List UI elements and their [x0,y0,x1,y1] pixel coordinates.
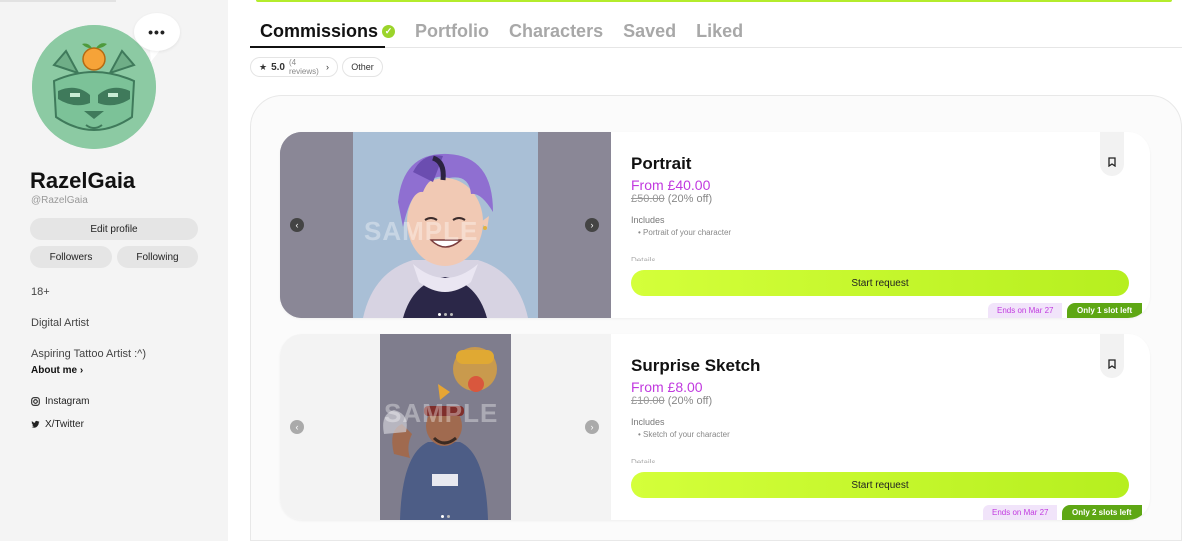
role-label: Digital Artist [31,317,90,329]
bookmark-icon [1108,157,1116,167]
reviews-count: (4 reviews) [288,58,319,76]
gallery-dot[interactable] [441,515,444,518]
listing-old-price: £50.00 (20% off) [631,193,712,205]
twitter-icon [31,420,40,429]
gallery-next-button[interactable]: › [585,218,599,232]
ends-date-badge: Ends on Mar 27 [983,505,1058,520]
chevron-right-icon: › [326,62,329,72]
gallery-dot[interactable] [438,313,441,316]
listing-gallery: SAMPLE ‹ › [280,334,611,520]
gallery-dot[interactable] [450,313,453,316]
gallery-side-panel [538,132,611,318]
gallery-pagination [280,515,611,518]
following-button[interactable]: Following [117,246,198,268]
more-options-button[interactable]: ••• [134,13,180,51]
gallery-prev-button[interactable]: ‹ [290,218,304,232]
profile-sidebar: ••• RazelGaia @RazelGaia Edit profile Fo… [0,0,228,541]
start-request-button[interactable]: Start request [631,472,1129,498]
includes-label: Includes [631,215,665,225]
rating-value: 5.0 [271,61,285,73]
age-label: 18+ [31,286,50,298]
listing-title: Surprise Sketch [631,356,761,375]
original-price: £10.00 [631,395,665,407]
tab-liked[interactable]: Liked [686,18,753,49]
edit-profile-button[interactable]: Edit profile [30,218,198,240]
verified-check-icon: ✓ [382,25,396,38]
listing-price: From £8.00 [631,379,703,395]
gallery-dot[interactable] [444,313,447,316]
includes-item: • Sketch of your character [638,430,730,439]
discount-label: (20% off) [667,395,713,407]
start-request-button[interactable]: Start request [631,270,1129,296]
includes-item-text: Portrait of your character [643,228,732,237]
slots-left-badge: Only 1 slot left [1067,303,1143,318]
raccoon-avatar-icon [32,25,156,149]
more-options-icon: ••• [148,24,166,40]
active-tab-indicator [250,46,385,48]
accent-bar [256,0,1172,2]
details-label: Details [631,256,656,261]
listing-card-surprise-sketch: SAMPLE ‹ › Surprise Sketch From £8.00 £1… [280,334,1150,520]
social-label: X/Twitter [45,419,84,430]
username: RazelGaia [30,168,136,193]
details-label: Details [631,458,656,463]
sample-watermark: SAMPLE [364,216,479,246]
rating-chip[interactable]: ★ 5.0 (4 reviews) › [250,57,338,77]
social-label: Instagram [45,396,90,407]
listing-gallery: SAMPLE ‹ › [280,132,611,318]
tabs-divider [250,47,1182,48]
tab-commissions[interactable]: Commissions ✓ [250,18,405,49]
star-icon: ★ [259,61,268,72]
slots-left-badge: Only 2 slots left [1062,505,1142,520]
bookmark-icon [1108,359,1116,369]
discount-label: (20% off) [667,193,713,205]
social-link-twitter[interactable]: X/Twitter [31,419,84,430]
gallery-pagination [280,313,611,316]
avatar[interactable] [32,25,156,149]
tab-label: Commissions [260,21,379,41]
followers-button[interactable]: Followers [30,246,112,268]
listing-price: From £40.00 [631,177,711,193]
bookmark-button[interactable] [1100,334,1124,378]
gallery-next-button[interactable]: › [585,420,599,434]
sidebar-divider [0,0,116,2]
about-me-link[interactable]: About me › [31,365,83,376]
gallery-dot[interactable] [447,515,450,518]
profile-tabs: Commissions ✓ Portfolio Characters Saved… [250,18,753,49]
includes-item-text: Sketch of your character [643,430,730,439]
original-price: £50.00 [631,193,665,205]
includes-item: • Portrait of your character [638,228,732,237]
chevron-right-icon: › [79,365,84,376]
about-me-label: About me [31,365,78,376]
social-link-instagram[interactable]: Instagram [31,396,89,407]
ends-date-badge: Ends on Mar 27 [988,303,1063,318]
listing-title: Portrait [631,154,692,173]
other-chip[interactable]: Other [342,57,383,77]
instagram-icon [31,397,40,406]
tab-saved[interactable]: Saved [613,18,686,49]
bookmark-button[interactable] [1100,132,1124,176]
sample-watermark: SAMPLE [384,398,499,428]
includes-label: Includes [631,417,665,427]
tab-characters[interactable]: Characters [499,18,613,49]
user-handle: @RazelGaia [31,195,88,206]
gallery-prev-button[interactable]: ‹ [290,420,304,434]
listing-old-price: £10.00 (20% off) [631,395,712,407]
listing-card-portrait: SAMPLE ‹ › Portrait From £40.00 £50.00 (… [280,132,1150,318]
tab-portfolio[interactable]: Portfolio [405,18,499,49]
bio-text: Aspiring Tattoo Artist :^) [31,348,147,360]
